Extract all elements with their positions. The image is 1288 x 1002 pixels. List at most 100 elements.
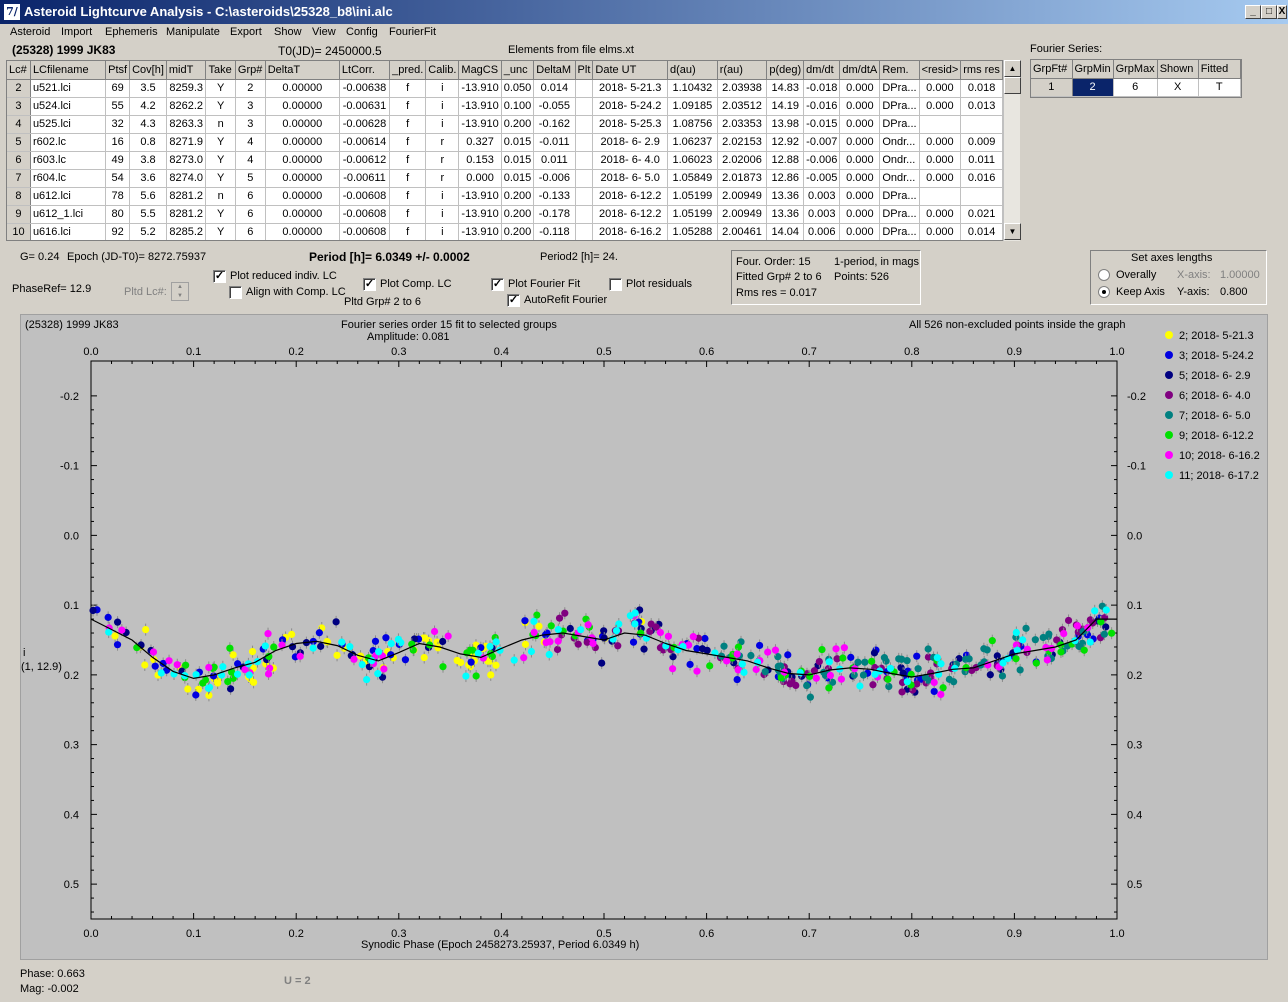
- table-cell[interactable]: 2018- 6- 5.0: [592, 169, 668, 188]
- table-cell[interactable]: 0.000: [839, 151, 881, 170]
- table-cell[interactable]: 2.00949: [717, 187, 768, 206]
- table-cell[interactable]: 80: [105, 205, 131, 224]
- table-cell[interactable]: 0.000: [919, 79, 962, 98]
- table-cell[interactable]: i: [425, 205, 460, 224]
- table-cell[interactable]: -0.006: [803, 151, 841, 170]
- table-cell[interactable]: 0.000: [919, 169, 962, 188]
- table-cell[interactable]: 1.09185: [667, 97, 718, 116]
- column-header[interactable]: p(deg): [766, 61, 805, 80]
- table-cell[interactable]: -0.00614: [339, 133, 391, 152]
- table-cell[interactable]: n: [205, 115, 236, 134]
- table-cell[interactable]: [919, 187, 962, 206]
- period-value[interactable]: Period [h]= 6.0349 +/- 0.0002: [309, 250, 470, 264]
- autorefit-checkbox[interactable]: ✓: [507, 294, 520, 307]
- table-cell[interactable]: 0.015: [501, 169, 535, 188]
- table-row[interactable]: 6 r603.lc 49 3.8 8273.0 Y 4 0.00000 -0.00612 f r 0.…: [7, 151, 1003, 170]
- table-cell[interactable]: [575, 205, 594, 224]
- table-cell[interactable]: i: [425, 223, 460, 240]
- table-cell[interactable]: 2.02153: [717, 133, 768, 152]
- fs-header-grpmin[interactable]: GrpMin: [1072, 60, 1114, 79]
- table-cell[interactable]: 2.03512: [717, 97, 768, 116]
- table-cell[interactable]: 2018- 6-16.2: [592, 223, 668, 240]
- column-header[interactable]: Rem.: [879, 61, 920, 80]
- table-cell[interactable]: f: [389, 205, 427, 224]
- table-cell[interactable]: -0.005: [803, 169, 841, 188]
- table-row[interactable]: 7 r604.lc 54 3.6 8274.0 Y 5 0.00000 -0.00611 f r 0.…: [7, 169, 1003, 188]
- table-cell[interactable]: -0.055: [533, 97, 576, 116]
- table-cell[interactable]: -0.00638: [339, 79, 391, 98]
- column-header[interactable]: LtCorr.: [339, 61, 391, 80]
- table-cell[interactable]: 0.00000: [265, 79, 340, 98]
- table-cell[interactable]: 0.000: [839, 115, 881, 134]
- table-cell[interactable]: 0.003: [803, 205, 841, 224]
- table-cell[interactable]: 2018- 5-25.3: [592, 115, 668, 134]
- table-cell[interactable]: 8273.0: [166, 151, 207, 170]
- table-cell[interactable]: 0.000: [919, 133, 962, 152]
- table-cell[interactable]: 0.153: [458, 151, 502, 170]
- table-cell[interactable]: 14.83: [766, 79, 805, 98]
- plot-residuals-checkbox[interactable]: [609, 278, 622, 291]
- menu-ephemeris[interactable]: Ephemeris: [105, 26, 158, 38]
- table-cell[interactable]: [960, 187, 1003, 206]
- table-cell[interactable]: r602.lc: [30, 133, 107, 152]
- title-bar[interactable]: 7/ Asteroid Lightcurve Analysis - C:\ast…: [0, 0, 1288, 24]
- fs-header-grpmax[interactable]: GrpMax: [1113, 60, 1158, 79]
- table-cell[interactable]: 2018- 6-12.2: [592, 205, 668, 224]
- table-cell[interactable]: 10: [7, 223, 31, 240]
- table-row[interactable]: 3 u524.lci 55 4.2 8262.2 Y 3 0.00000 -0.00631 f i -…: [7, 97, 1003, 116]
- table-cell[interactable]: Y: [205, 205, 236, 224]
- table-cell[interactable]: Y: [205, 79, 236, 98]
- table-cell[interactable]: 1.06237: [667, 133, 718, 152]
- table-cell[interactable]: 4: [235, 151, 266, 170]
- table-cell[interactable]: 0.014: [533, 79, 576, 98]
- menu-show[interactable]: Show: [274, 26, 302, 38]
- table-cell[interactable]: 6: [235, 187, 266, 206]
- maximize-button[interactable]: □: [1261, 5, 1277, 19]
- table-cell[interactable]: -13.910: [458, 79, 502, 98]
- column-header[interactable]: dm/dtA: [839, 61, 881, 80]
- table-cell[interactable]: u612_1.lci: [30, 205, 107, 224]
- scroll-thumb[interactable]: [1004, 77, 1021, 94]
- table-cell[interactable]: -0.015: [803, 115, 841, 134]
- table-cell[interactable]: 3: [235, 115, 266, 134]
- table-cell[interactable]: f: [389, 115, 427, 134]
- table-cell[interactable]: 2018- 6-12.2: [592, 187, 668, 206]
- table-cell[interactable]: 0.000: [839, 79, 881, 98]
- column-header[interactable]: MagCS: [458, 61, 502, 80]
- table-cell[interactable]: 0.00000: [265, 133, 340, 152]
- table-cell[interactable]: 1.05849: [667, 169, 718, 188]
- menu-config[interactable]: Config: [346, 26, 378, 38]
- table-cell[interactable]: 8281.2: [166, 187, 207, 206]
- table-cell[interactable]: -0.016: [803, 97, 841, 116]
- spin-up-icon[interactable]: ▲: [172, 283, 188, 292]
- table-cell[interactable]: 0.000: [919, 151, 962, 170]
- table-cell[interactable]: -13.910: [458, 97, 502, 116]
- table-cell[interactable]: 1.06023: [667, 151, 718, 170]
- table-cell[interactable]: 13.36: [766, 205, 805, 224]
- table-cell[interactable]: -13.910: [458, 115, 502, 134]
- table-cell[interactable]: 12.92: [766, 133, 805, 152]
- table-cell[interactable]: 0.00000: [265, 187, 340, 206]
- table-cell[interactable]: f: [389, 97, 427, 116]
- column-header[interactable]: r(au): [717, 61, 768, 80]
- table-cell[interactable]: 4.3: [129, 115, 167, 134]
- table-cell[interactable]: [575, 115, 594, 134]
- table-cell[interactable]: 3: [235, 97, 266, 116]
- table-cell[interactable]: 0.100: [501, 97, 535, 116]
- table-cell[interactable]: 9: [7, 205, 31, 224]
- table-cell[interactable]: i: [425, 187, 460, 206]
- column-header[interactable]: dm/dt: [803, 61, 841, 80]
- table-cell[interactable]: -0.006: [533, 169, 576, 188]
- column-header[interactable]: Ptsf: [105, 61, 131, 80]
- table-cell[interactable]: 3.6: [129, 169, 167, 188]
- table-cell[interactable]: r: [425, 133, 460, 152]
- column-header[interactable]: d(au): [667, 61, 718, 80]
- x-axis-value[interactable]: 1.00000: [1220, 269, 1260, 281]
- fs-cell-grpmax[interactable]: 6: [1113, 78, 1158, 97]
- table-cell[interactable]: 3.8: [129, 151, 167, 170]
- table-cell[interactable]: Y: [205, 97, 236, 116]
- table-cell[interactable]: 12.88: [766, 151, 805, 170]
- table-cell[interactable]: 0.003: [803, 187, 841, 206]
- column-header[interactable]: Lc#: [7, 61, 31, 80]
- table-cell[interactable]: 8263.3: [166, 115, 207, 134]
